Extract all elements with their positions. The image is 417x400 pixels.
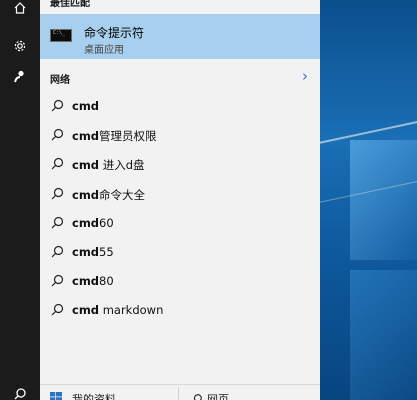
search-icon xyxy=(51,158,64,170)
web-suggestion-text: cmd markdown xyxy=(72,303,163,317)
suggestion-completion: 55 xyxy=(99,245,114,259)
start-left-rail xyxy=(0,0,40,400)
search-icon xyxy=(193,394,202,400)
cmd-prompt-icon: C:\_ xyxy=(50,29,72,42)
web-suggestion-text: cmd 进入d盘 xyxy=(72,157,145,173)
search-icon xyxy=(51,245,64,258)
suggestion-completion: markdown xyxy=(99,303,164,318)
search-icon xyxy=(51,99,64,112)
user-button[interactable] xyxy=(0,60,40,92)
search-icon xyxy=(51,216,64,229)
suggestion-query-bold: cmd xyxy=(72,215,100,230)
search-icon xyxy=(51,304,64,316)
web-suggestion-item[interactable]: cmd管理员权限 xyxy=(40,123,320,147)
web-section-header[interactable]: 网络 › xyxy=(40,66,320,88)
best-match-title: 命令提示符 xyxy=(84,26,145,40)
desktop-wallpaper xyxy=(320,0,417,400)
tab-my-stuff[interactable]: 我的资料 xyxy=(40,385,178,400)
home-icon xyxy=(14,2,26,14)
search-icon xyxy=(51,187,64,200)
suggestion-query-bold: cmd xyxy=(72,158,100,173)
web-heading: 网络 xyxy=(50,75,70,86)
windows-logo-icon xyxy=(50,392,62,400)
web-suggestion-item[interactable]: cmd55 xyxy=(40,240,320,264)
web-suggestion-text: cmd55 xyxy=(72,245,114,259)
suggestion-completion: 80 xyxy=(99,274,114,289)
suggestion-completion: 管理员权限 xyxy=(99,129,157,144)
wallpaper-light-pane xyxy=(350,270,417,400)
search-icon xyxy=(51,129,64,141)
chevron-right-icon[interactable]: › xyxy=(302,67,308,85)
search-results-panel: 最佳匹配 C:\_ 命令提示符 桌面应用 网络 › cmd cmd管理员权限 cmd… xyxy=(40,0,320,400)
search-icon xyxy=(14,388,26,400)
web-suggestion-item[interactable]: cmd80 xyxy=(40,269,320,293)
user-icon xyxy=(14,70,24,83)
settings-button[interactable] xyxy=(0,30,40,62)
tab-web[interactable]: 网页 xyxy=(179,385,320,400)
tab-my-stuff-label: 我的资料 xyxy=(72,393,116,400)
web-suggestion-item[interactable]: cmd命令大全 xyxy=(40,182,320,206)
suggestion-completion: 命令大全 xyxy=(99,187,146,202)
search-scope-tabs: 我的资料 网页 xyxy=(40,384,320,400)
best-match-heading: 最佳匹配 xyxy=(50,0,90,9)
web-suggestion-item[interactable]: cmd markdown xyxy=(40,298,320,322)
suggestion-completion: 进入d盘 xyxy=(99,158,145,173)
web-suggestion-item[interactable]: cmd xyxy=(40,94,320,118)
suggestion-completion: 60 xyxy=(99,215,114,230)
best-match-item[interactable]: C:\_ 命令提示符 桌面应用 xyxy=(40,14,320,59)
web-suggestion-text: cmd命令大全 xyxy=(72,187,145,203)
web-suggestion-text: cmd60 xyxy=(72,216,114,230)
web-suggestion-item[interactable]: cmd 进入d盘 xyxy=(40,152,320,176)
web-suggestion-text: cmd xyxy=(72,99,99,113)
home-button[interactable] xyxy=(0,0,40,24)
suggestion-query-bold: cmd xyxy=(72,245,100,259)
suggestion-query-bold: cmd xyxy=(72,303,100,318)
web-suggestion-text: cmd80 xyxy=(72,274,114,288)
suggestion-query-bold: cmd xyxy=(72,274,100,289)
suggestion-query-bold: cmd xyxy=(72,99,100,113)
web-suggestion-text: cmd管理员权限 xyxy=(72,128,157,144)
gear-icon xyxy=(14,40,26,52)
wallpaper-light-pane xyxy=(350,140,417,260)
suggestion-query-bold: cmd xyxy=(72,129,100,144)
tab-web-label: 网页 xyxy=(207,393,229,400)
search-button[interactable] xyxy=(0,378,40,400)
web-suggestion-item[interactable]: cmd60 xyxy=(40,211,320,235)
search-icon xyxy=(51,275,64,287)
suggestion-query-bold: cmd xyxy=(72,187,100,202)
best-match-subtitle: 桌面应用 xyxy=(84,45,124,56)
